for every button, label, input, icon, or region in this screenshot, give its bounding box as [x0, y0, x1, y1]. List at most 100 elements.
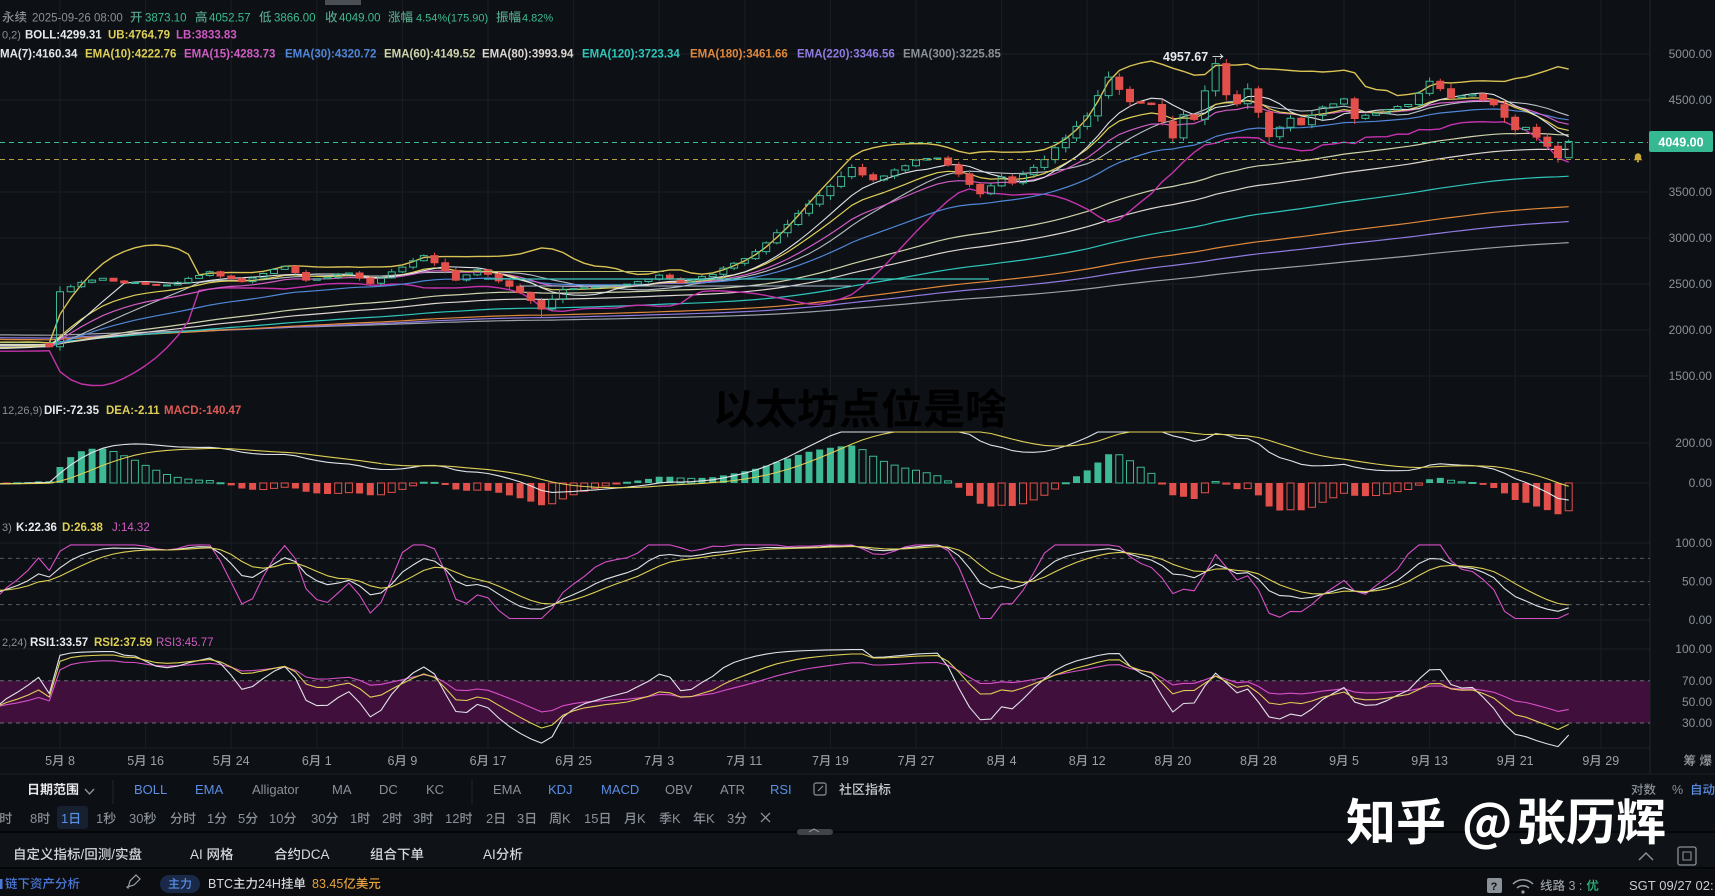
svg-text:EMA(220):3346.56: EMA(220):3346.56 [797, 49, 895, 61]
svg-text:9: 9 [1582, 754, 1589, 768]
svg-text:30: 30 [311, 811, 325, 826]
svg-text:12,26,9): 12,26,9) [2, 405, 42, 417]
svg-text:5: 5 [127, 754, 134, 768]
svg-text:2: 2 [382, 811, 389, 826]
svg-text:6: 6 [302, 754, 309, 768]
svg-text:EMA(80):3993.94: EMA(80):3993.94 [482, 49, 574, 61]
svg-text:4500.00: 4500.00 [1669, 93, 1713, 107]
svg-text:21: 21 [1520, 754, 1534, 768]
svg-text:AI: AI [483, 847, 496, 862]
svg-text:2000.00: 2000.00 [1669, 323, 1713, 337]
svg-text:1: 1 [96, 811, 103, 826]
svg-text:15: 15 [584, 811, 598, 826]
svg-text:3873.10: 3873.10 [145, 13, 187, 25]
svg-text:EMA(10):4222.76: EMA(10):4222.76 [85, 49, 176, 61]
svg-text:13: 13 [1434, 754, 1448, 768]
svg-text:8: 8 [1154, 754, 1161, 768]
svg-text:MA: MA [332, 782, 352, 797]
svg-text:8: 8 [1069, 754, 1076, 768]
svg-text:DCA: DCA [301, 847, 330, 862]
svg-text:12: 12 [445, 811, 459, 826]
svg-text:3: 3 [517, 811, 524, 826]
svg-text:9: 9 [1329, 754, 1336, 768]
svg-text:10: 10 [269, 811, 283, 826]
svg-text:/: / [81, 847, 85, 862]
svg-text:1: 1 [207, 811, 214, 826]
svg-text:%: % [1672, 783, 1683, 797]
svg-text:4: 4 [1010, 754, 1017, 768]
svg-text:11: 11 [749, 754, 762, 768]
svg-text:K: K [562, 811, 571, 826]
svg-text:KC: KC [426, 782, 444, 797]
svg-text:EMA(120):3723.34: EMA(120):3723.34 [582, 49, 680, 61]
svg-text:4957.67: 4957.67 [1163, 50, 1208, 64]
svg-text:3866.00: 3866.00 [274, 13, 316, 25]
svg-text:9: 9 [1411, 754, 1418, 768]
svg-text:EMA(60):4149.52: EMA(60):4149.52 [384, 49, 475, 61]
svg-text:DEA:-2.11: DEA:-2.11 [106, 405, 160, 417]
svg-text:0,2): 0,2) [2, 30, 21, 42]
svg-text:MACD:-140.47: MACD:-140.47 [164, 405, 241, 417]
svg-text:9: 9 [1497, 754, 1504, 768]
svg-text:RSI1:33.57: RSI1:33.57 [30, 637, 88, 649]
svg-text:K:22.36: K:22.36 [16, 522, 57, 534]
svg-text:29: 29 [1605, 754, 1619, 768]
svg-text:EMA: EMA [195, 782, 224, 797]
svg-text:BOLL:4299.31: BOLL:4299.31 [25, 30, 102, 42]
svg-text:3000.00: 3000.00 [1669, 231, 1713, 245]
svg-text:16: 16 [150, 754, 164, 768]
svg-text:J:14.32: J:14.32 [112, 522, 150, 534]
svg-text:24H: 24H [258, 877, 281, 891]
svg-text:8: 8 [30, 811, 37, 826]
svg-text:BOLL: BOLL [134, 782, 167, 797]
svg-text:2: 2 [486, 811, 493, 826]
svg-text:MACD: MACD [601, 782, 639, 797]
svg-text:KDJ: KDJ [548, 782, 573, 797]
svg-text:D:26.38: D:26.38 [62, 522, 104, 534]
svg-text:30: 30 [129, 811, 143, 826]
svg-text:2500.00: 2500.00 [1669, 277, 1713, 291]
svg-text:200.00: 200.00 [1675, 436, 1712, 450]
svg-text:AI: AI [190, 847, 203, 862]
svg-text:3: 3 [1569, 879, 1576, 893]
svg-text:30.00: 30.00 [1682, 716, 1712, 730]
svg-text:3: 3 [667, 754, 674, 768]
svg-text:25: 25 [578, 754, 592, 768]
svg-text:24: 24 [236, 754, 250, 768]
svg-text:0.00: 0.00 [1689, 476, 1713, 490]
svg-text:3500.00: 3500.00 [1669, 185, 1713, 199]
svg-text:08:00: 08:00 [94, 13, 123, 25]
svg-text:EMA(300):3225.85: EMA(300):3225.85 [903, 49, 1001, 61]
svg-text:20: 20 [1177, 754, 1191, 768]
svg-text:DC: DC [379, 782, 398, 797]
svg-text:?: ? [1491, 881, 1498, 893]
svg-text:6: 6 [388, 754, 395, 768]
svg-text:EMA(15):4283.73: EMA(15):4283.73 [184, 49, 275, 61]
svg-text:4.54%(175.90): 4.54%(175.90) [416, 13, 488, 25]
svg-text:4052.57: 4052.57 [209, 13, 251, 25]
svg-text:70.00: 70.00 [1682, 674, 1712, 688]
svg-text:6: 6 [555, 754, 562, 768]
svg-text:2,24): 2,24) [2, 637, 27, 649]
svg-text:SGT: SGT [1629, 878, 1656, 893]
svg-text:5000.00: 5000.00 [1669, 47, 1713, 61]
svg-text:7: 7 [898, 754, 905, 768]
svg-text:27: 27 [921, 754, 935, 768]
svg-text:LB:3833.83: LB:3833.83 [176, 30, 237, 42]
svg-text:17: 17 [493, 754, 507, 768]
svg-text:UB:4764.79: UB:4764.79 [108, 30, 170, 42]
svg-text:19: 19 [835, 754, 849, 768]
svg-text:EMA(180):3461.66: EMA(180):3461.66 [690, 49, 788, 61]
svg-text:5: 5 [238, 811, 245, 826]
svg-text:3: 3 [727, 811, 734, 826]
svg-text:1: 1 [350, 811, 357, 826]
svg-text:83.45: 83.45 [312, 877, 343, 891]
svg-text:BTC: BTC [208, 877, 233, 891]
svg-text:8: 8 [1240, 754, 1247, 768]
svg-text:EMA: EMA [493, 782, 522, 797]
svg-text:DIF:-72.35: DIF:-72.35 [44, 405, 100, 417]
svg-text:MA(7):4160.34: MA(7):4160.34 [0, 49, 78, 61]
svg-text:100.00: 100.00 [1675, 642, 1712, 656]
svg-text:EMA(30):4320.72: EMA(30):4320.72 [285, 49, 376, 61]
svg-text:5: 5 [1352, 754, 1359, 768]
